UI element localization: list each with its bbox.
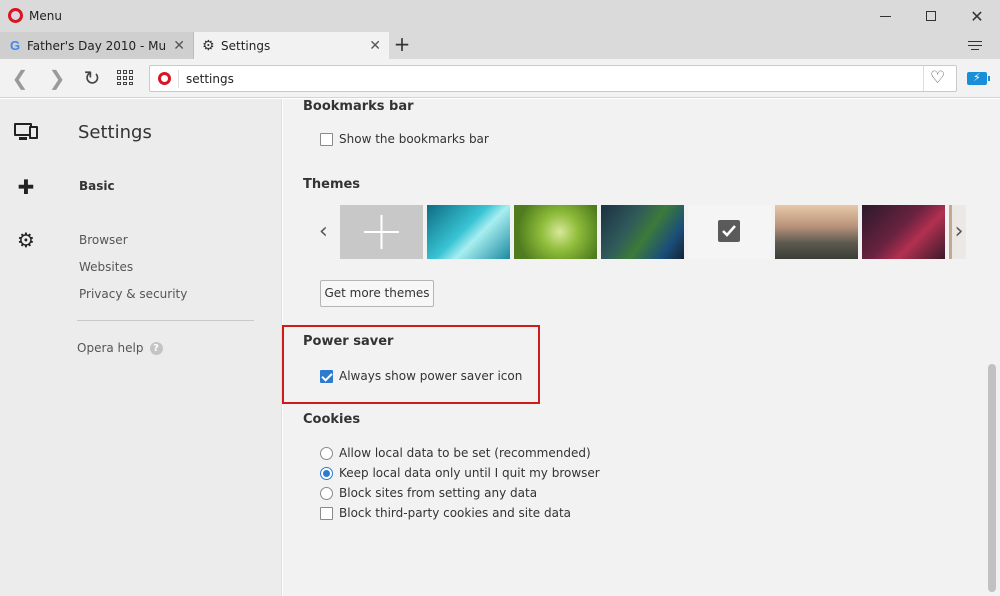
theme-green-droplet[interactable] [514, 205, 597, 259]
theme-peacock-feather[interactable] [601, 205, 684, 259]
opera-help-link[interactable]: Opera help ? [77, 341, 163, 355]
tab-label: Father's Day 2010 - Multip [27, 38, 167, 53]
power-saver-highlight-box [282, 325, 540, 404]
tab-settings[interactable]: ⚙ Settings ✕ [194, 32, 389, 59]
heart-bookmark-icon[interactable]: ♡ [930, 68, 945, 88]
show-bookmarks-bar-checkbox[interactable] [320, 132, 333, 146]
tab-close-icon[interactable]: ✕ [369, 38, 381, 54]
cookies-option-keep-until-quit[interactable]: Keep local data only until I quit my bro… [320, 466, 600, 480]
theme-mountain-cliff[interactable] [775, 205, 858, 259]
forward-button[interactable]: ❯ [45, 67, 69, 91]
opera-page-icon [158, 72, 171, 85]
url-text[interactable]: settings [186, 72, 234, 86]
theme-dark-red-silk[interactable] [862, 205, 945, 259]
checkmark-icon [718, 220, 740, 242]
left-rail: ✚ ⚙ [0, 99, 52, 596]
themes-carousel [318, 205, 966, 259]
title-bar: Menu ✕ [0, 0, 1000, 32]
plus-icon [364, 215, 399, 249]
cookies-option-block-third-party[interactable]: Block third-party cookies and site data [320, 506, 571, 520]
extensions-puzzle-icon[interactable]: ✚ [13, 174, 39, 200]
sidebar-item-websites[interactable]: Websites [79, 260, 133, 274]
new-tab-button[interactable]: + [390, 33, 414, 57]
option-label: Block sites from setting any data [339, 486, 538, 500]
scrollbar-thumb[interactable] [988, 364, 996, 592]
option-label: Block third-party cookies and site data [339, 506, 572, 520]
tab-strip: G Father's Day 2010 - Multip ✕ ⚙ Setting… [0, 32, 1000, 59]
google-favicon-icon: G [9, 37, 21, 53]
sidebar-item-browser[interactable]: Browser [79, 233, 128, 247]
radio-block-sites[interactable] [320, 486, 333, 500]
block-third-party-checkbox[interactable] [320, 506, 333, 520]
settings-gear-icon[interactable]: ⚙ [13, 227, 39, 253]
radio-allow-local-data[interactable] [320, 446, 333, 460]
help-icon: ? [149, 341, 163, 355]
bookmarks-bar-heading: Bookmarks bar [303, 99, 414, 114]
close-window-button[interactable]: ✕ [954, 0, 1000, 32]
themes-heading: Themes [303, 177, 361, 192]
maximize-icon [926, 11, 936, 21]
tab-menu-icon [968, 41, 982, 42]
settings-sidebar: Settings Basic Browser Websites Privacy … [52, 99, 282, 596]
close-icon: ✕ [970, 6, 984, 26]
address-bar[interactable]: settings ♡ [149, 65, 957, 92]
sidebar-item-privacy-security[interactable]: Privacy & security [79, 287, 187, 301]
radio-keep-until-quit[interactable] [320, 466, 333, 480]
cookies-heading: Cookies [303, 412, 361, 427]
battery-saver-icon[interactable]: ⚡ [967, 71, 990, 85]
tab-label: Settings [221, 38, 271, 53]
tab-close-icon[interactable]: ✕ [173, 38, 185, 54]
option-label: Allow local data to be set (recommended) [339, 446, 591, 460]
sidebar-item-basic[interactable]: Basic [79, 179, 115, 193]
reload-button[interactable]: ↻ [80, 67, 104, 91]
tab-menu-button[interactable] [960, 36, 988, 56]
back-button[interactable]: ❮ [8, 67, 32, 91]
gear-icon: ⚙ [202, 37, 215, 54]
divider [77, 320, 254, 321]
menu-button[interactable]: Menu [29, 9, 62, 23]
minimize-button[interactable] [862, 0, 908, 32]
tab-fathers-day[interactable]: G Father's Day 2010 - Multip ✕ [0, 32, 194, 59]
theme-add[interactable] [340, 205, 423, 259]
themes-next-arrow-icon[interactable]: › [952, 205, 966, 259]
theme-default-selected[interactable] [688, 205, 771, 259]
maximize-button[interactable] [908, 0, 954, 32]
show-bookmarks-bar-option[interactable]: Show the bookmarks bar [320, 132, 489, 146]
get-more-themes-button[interactable]: Get more themes [320, 280, 434, 307]
cookies-option-allow[interactable]: Allow local data to be set (recommended) [320, 446, 591, 460]
theme-aqua-swirl[interactable] [427, 205, 510, 259]
option-label: Show the bookmarks bar [339, 132, 489, 146]
page-title: Settings [78, 122, 152, 143]
help-label: Opera help [77, 341, 144, 355]
option-label: Keep local data only until I quit my bro… [339, 466, 600, 480]
speed-dial-grid-icon[interactable] [117, 70, 135, 86]
minimize-icon [879, 15, 891, 17]
cookies-option-block-sites[interactable]: Block sites from setting any data [320, 486, 537, 500]
opera-logo-icon[interactable] [8, 8, 23, 23]
